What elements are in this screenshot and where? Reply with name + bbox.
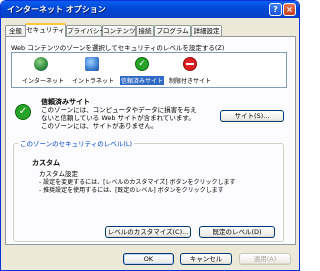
- zone-internet[interactable]: インターネット: [21, 55, 65, 87]
- trusted-zone-check-icon: ✓: [15, 104, 31, 120]
- zone-list[interactable]: インターネット イントラネット ✓ 信頼済みサイト 制限付きサイト: [11, 52, 287, 88]
- restricted-icon: [183, 57, 197, 71]
- apply-button[interactable]: 適用(A): [239, 253, 291, 265]
- zone-intranet[interactable]: イントラネット: [71, 55, 115, 87]
- close-button[interactable]: ×: [283, 3, 296, 16]
- window-title: インターネット オプション: [7, 5, 106, 14]
- tab-privacy[interactable]: プライバシー: [66, 25, 106, 36]
- zone-label: 制限付きサイト: [168, 78, 211, 85]
- internet-options-dialog: インターネット オプション ? × 全般 セキュリティ プライバシー コンテンツ…: [0, 0, 300, 271]
- check-icon: ✓: [135, 57, 149, 71]
- zone-label: インターネット: [22, 78, 65, 85]
- selected-zone-description: このゾーンには、コンピュータやデータに損害を与えないと信頼している Web サイ…: [41, 106, 201, 130]
- cancel-button[interactable]: キャンセル: [180, 253, 232, 265]
- globe-icon: [34, 57, 48, 71]
- zone-select-instruction: Web コンテンツのゾーンを選択してセキュリティのレベルを設定する(Z): [11, 44, 225, 52]
- zone-restricted-sites[interactable]: 制限付きサイト: [166, 55, 214, 87]
- zone-label: イントラネット: [72, 78, 115, 85]
- zone-trusted-sites[interactable]: ✓ 信頼済みサイト: [120, 55, 164, 87]
- sites-button[interactable]: サイト(S)...: [220, 110, 284, 122]
- tab-security[interactable]: セキュリティ: [25, 23, 66, 37]
- zone-description-line: このゾーンには、コンピュータやデータに損害を与えないと信頼している Web サイ…: [41, 106, 197, 122]
- security-level-note: - 推奨設定を使用するには、[既定のレベル] ボタンをクリックします: [39, 187, 224, 194]
- zone-label: 信頼済みサイト: [120, 76, 164, 85]
- ok-button[interactable]: OK: [123, 253, 174, 265]
- tab-content[interactable]: コンテンツ: [102, 25, 136, 36]
- help-button[interactable]: ?: [269, 3, 282, 16]
- customize-level-button[interactable]: レベルのカスタマイズ(C)...: [105, 226, 191, 238]
- tab-programs[interactable]: プログラム: [154, 25, 191, 36]
- intranet-icon: [85, 57, 99, 71]
- default-level-button[interactable]: 既定のレベル(D): [199, 226, 275, 238]
- security-level-title: カスタム: [32, 159, 60, 167]
- title-bar[interactable]: インターネット オプション ? ×: [1, 1, 299, 18]
- tab-general[interactable]: 全般: [5, 25, 26, 36]
- tab-connections[interactable]: 接続: [136, 25, 154, 36]
- zone-description-line: このゾーンには、サイトがありません。: [41, 122, 158, 130]
- tab-advanced[interactable]: 詳細設定: [191, 25, 222, 36]
- security-level-group-label: このゾーンのセキュリティのレベル(L): [18, 138, 134, 148]
